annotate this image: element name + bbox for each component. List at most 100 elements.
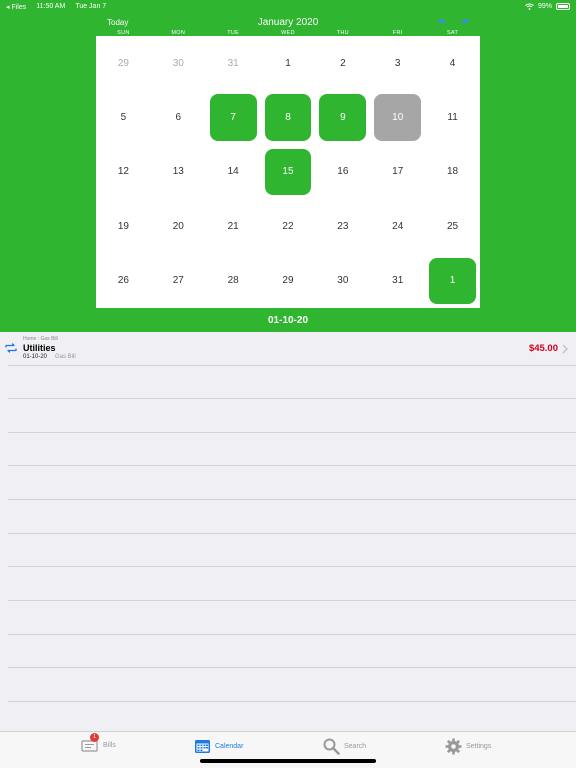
day-number: 31 [392, 275, 404, 287]
calendar-day[interactable]: 4 [425, 36, 480, 90]
bill-list-item[interactable]: Home : Gas Bill Utilities 01-10-20 Gas B… [0, 333, 576, 365]
calendar-day[interactable]: 14 [206, 145, 261, 199]
calendar-day[interactable]: 30 [151, 36, 206, 90]
day-number: 16 [337, 166, 349, 178]
calendar-day[interactable]: 5 [96, 90, 151, 144]
list-separator [8, 634, 576, 635]
calendar-day-with-bill[interactable]: 8 [261, 90, 316, 144]
calendar-day[interactable]: 20 [151, 199, 206, 253]
bill-subtitle: Gas Bill [55, 354, 76, 360]
home-indicator [200, 759, 376, 763]
day-number: 10 [392, 112, 404, 124]
gear-icon [445, 738, 462, 755]
month-title: January 2020 [257, 17, 319, 28]
calendar-day-selected[interactable]: 10 [370, 90, 425, 144]
list-separator [8, 365, 576, 366]
calendar-day[interactable]: 6 [151, 90, 206, 144]
day-number: 17 [392, 166, 404, 178]
status-time: 11:50 AM [36, 3, 66, 10]
tab-search-label: Search [344, 743, 367, 750]
calendar-day[interactable]: 17 [370, 145, 425, 199]
tab-calendar-label: Calendar [215, 742, 244, 750]
day-number: 22 [282, 220, 294, 232]
day-number: 2 [340, 57, 346, 69]
tab-bills-label: Bills [103, 741, 116, 749]
day-number: 24 [392, 220, 404, 232]
selected-date-label: 01-10-20 [267, 315, 309, 326]
tab-settings-label: Settings [466, 743, 492, 750]
calendar-day[interactable]: 16 [315, 145, 370, 199]
calendar-day[interactable]: 28 [206, 254, 261, 308]
calendar-day[interactable]: 2 [315, 36, 370, 90]
day-number: 25 [447, 220, 459, 232]
calendar-day[interactable]: 26 [96, 254, 151, 308]
chevron-right-icon [562, 344, 568, 354]
calendar-day-with-bill[interactable]: 1 [425, 254, 480, 308]
day-number: 8 [285, 112, 291, 124]
list-separator [8, 600, 576, 601]
bill-breadcrumb: Home : Gas Bill [23, 336, 58, 342]
list-separator [8, 432, 576, 433]
day-number: 26 [117, 275, 129, 287]
day-number: 1 [285, 57, 291, 69]
day-number: 30 [172, 57, 184, 69]
tab-bills[interactable]: 1 Bills [81, 733, 116, 752]
calendar-day[interactable]: 27 [151, 254, 206, 308]
calendar-icon [195, 740, 210, 753]
battery-percent: 99% [537, 3, 552, 10]
calendar-day[interactable]: 29 [261, 254, 316, 308]
calendar-day[interactable]: 30 [315, 254, 370, 308]
day-number: 3 [394, 57, 401, 69]
calendar-day[interactable]: 24 [370, 199, 425, 253]
repeat-icon [5, 343, 17, 353]
calendar-day-with-bill[interactable]: 15 [261, 145, 316, 199]
bill-amount: $45.00 [528, 343, 558, 354]
calendar-day[interactable]: 1 [261, 36, 316, 90]
battery-icon [556, 3, 570, 10]
day-number: 30 [337, 275, 349, 287]
calendar-day[interactable]: 21 [206, 199, 261, 253]
calendar-day[interactable]: 12 [96, 145, 151, 199]
bills-badge: 1 [90, 733, 99, 742]
bill-date: 01-10-20 [23, 354, 48, 360]
wifi-icon [525, 3, 534, 10]
day-number: 20 [172, 220, 184, 232]
calendar-day[interactable]: 23 [315, 199, 370, 253]
list-separator [8, 667, 576, 668]
calendar-day[interactable]: 31 [206, 36, 261, 90]
calendar-day[interactable]: 25 [425, 199, 480, 253]
day-number: 19 [117, 220, 129, 232]
day-number: 11 [447, 112, 458, 124]
calendar-day-with-bill[interactable]: 7 [206, 90, 261, 144]
day-number: 15 [282, 166, 294, 178]
arrow-right-icon[interactable] [459, 18, 469, 26]
day-number: 13 [172, 166, 184, 178]
tab-settings[interactable]: Settings [445, 738, 491, 755]
day-number: 4 [449, 57, 456, 69]
status-bar: ◂ Files 11:50 AM Tue Jan 7 99% [0, 0, 576, 14]
day-number: 12 [117, 166, 129, 178]
day-number: 18 [447, 166, 459, 178]
arrow-left-icon[interactable] [438, 18, 448, 26]
day-number: 31 [227, 57, 239, 69]
back-to-files-link[interactable]: ◂ Files [6, 3, 26, 11]
calendar-day[interactable]: 29 [96, 36, 151, 90]
calendar-day[interactable]: 18 [425, 145, 480, 199]
tab-calendar[interactable]: Calendar [194, 738, 243, 754]
calendar-day[interactable]: 31 [370, 254, 425, 308]
calendar-day[interactable]: 11 [425, 90, 480, 144]
status-date: Tue Jan 7 [75, 3, 107, 10]
calendar-day[interactable]: 13 [151, 145, 206, 199]
calendar-day[interactable]: 3 [370, 36, 425, 90]
day-number: 29 [117, 57, 129, 69]
day-number: 28 [227, 275, 239, 287]
calendar-day[interactable]: 22 [261, 199, 316, 253]
calendar-grid: 29 30 31 1 2 3 4 5 6 7 8 9 10 11 12 13 14 15 16 17 18 19 20 21 2… [96, 36, 480, 308]
calendar-day[interactable]: 19 [96, 199, 151, 253]
day-number: 1 [449, 275, 456, 287]
day-number: 5 [120, 112, 127, 124]
list-separator [8, 566, 576, 567]
tab-search[interactable]: Search [323, 738, 366, 755]
day-number: 6 [175, 112, 182, 124]
calendar-day-with-bill[interactable]: 9 [315, 90, 370, 144]
